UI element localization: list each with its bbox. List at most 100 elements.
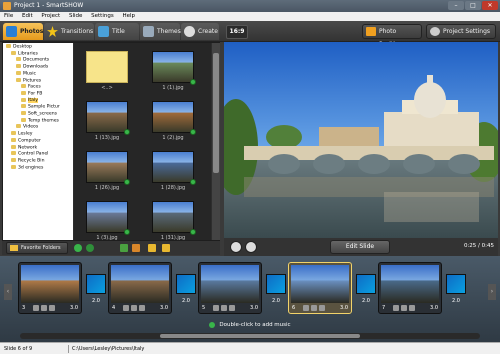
- tree-item[interactable]: Temp themes: [3, 117, 73, 125]
- tab-photos[interactable]: Photos: [3, 23, 43, 40]
- photo-thumbnail[interactable]: [86, 151, 128, 183]
- menu-file[interactable]: File: [4, 13, 13, 19]
- tree-item[interactable]: Computer: [3, 137, 73, 145]
- edit-slide-button[interactable]: Edit Slide: [330, 240, 390, 254]
- close-button[interactable]: ✕: [482, 1, 498, 10]
- timeline-prev-arrow[interactable]: ‹: [4, 284, 12, 300]
- menu-help[interactable]: Help: [122, 13, 135, 19]
- transition[interactable]: 2.0: [446, 274, 466, 312]
- tree-item[interactable]: Recycle Bin: [3, 157, 73, 165]
- add-all-icon[interactable]: [74, 244, 82, 252]
- text-icon[interactable]: [401, 305, 407, 311]
- playback-bar: Edit Slide 0:25 / 0:45: [224, 238, 498, 256]
- music-note-icon[interactable]: [409, 305, 415, 311]
- photo-thumbnail[interactable]: [152, 101, 194, 133]
- star-icon[interactable]: [303, 305, 309, 311]
- tree-item[interactable]: Libraries: [3, 50, 73, 58]
- slide-preview[interactable]: [214, 42, 500, 238]
- tree-item[interactable]: Sample Pictur: [3, 104, 73, 111]
- folder-icon: [11, 157, 16, 162]
- maximize-button[interactable]: □: [465, 1, 481, 10]
- transition[interactable]: 2.0: [266, 274, 286, 312]
- tree-item[interactable]: Pictures: [3, 77, 73, 85]
- thumbnail-scrollbar[interactable]: [212, 43, 220, 240]
- tree-item-label: 3d engines: [18, 165, 44, 171]
- timeline-slide[interactable]: 7 3.0: [378, 262, 442, 314]
- thumbnail-label: 1 (28).jpg: [160, 185, 186, 191]
- music-note-icon[interactable]: [139, 305, 145, 311]
- tab-themes[interactable]: Themes: [140, 23, 181, 40]
- tree-item[interactable]: Soft_screens: [3, 111, 73, 118]
- transition[interactable]: 2.0: [176, 274, 196, 312]
- tree-item[interactable]: Music: [3, 70, 73, 78]
- photo-thumbnail[interactable]: [86, 201, 128, 233]
- photo-position-button[interactable]: Photo Position: [362, 24, 422, 48]
- music-note-icon[interactable]: [319, 305, 325, 311]
- photo-thumbnail[interactable]: [152, 201, 194, 233]
- photos-icon: [6, 26, 17, 37]
- create-icon: [184, 26, 195, 37]
- favorite-folders-button[interactable]: Favorite Folders: [6, 242, 68, 254]
- tree-item[interactable]: For FB: [3, 90, 73, 98]
- timeline-slide[interactable]: 5 3.0: [198, 262, 262, 314]
- tab-create[interactable]: Create: [181, 23, 219, 40]
- text-icon[interactable]: [131, 305, 137, 311]
- photo-thumbnail[interactable]: [86, 51, 128, 83]
- tree-item[interactable]: Videos: [3, 124, 73, 131]
- minimize-button[interactable]: –: [448, 1, 464, 10]
- star-icon[interactable]: [33, 305, 39, 311]
- transition[interactable]: 2.0: [86, 274, 106, 312]
- tree-item[interactable]: Lesley: [3, 131, 73, 138]
- add-selected-icon[interactable]: [86, 244, 94, 252]
- star-icon[interactable]: [213, 305, 219, 311]
- tree-item-label: Soft_screens: [28, 111, 58, 117]
- timeline-scrollbar[interactable]: [20, 333, 480, 339]
- timeline-slide[interactable]: 4 3.0: [108, 262, 172, 314]
- tree-item[interactable]: Network: [3, 144, 73, 152]
- text-icon[interactable]: [221, 305, 227, 311]
- music-note-icon[interactable]: [229, 305, 235, 311]
- star-icon[interactable]: [393, 305, 399, 311]
- photo-thumbnail[interactable]: [152, 151, 194, 183]
- slide-number: 7: [382, 305, 386, 311]
- used-check-icon: [190, 129, 196, 135]
- star-icon: [47, 26, 58, 37]
- folder-up-icon[interactable]: [148, 244, 156, 252]
- tree-item[interactable]: Control Panel: [3, 151, 73, 158]
- menu-settings[interactable]: Settings: [91, 13, 114, 19]
- menu-slide[interactable]: Slide: [69, 13, 82, 19]
- scrollbar-knob[interactable]: [213, 53, 219, 173]
- tree-item[interactable]: Documents: [3, 57, 73, 64]
- star-icon[interactable]: [123, 305, 129, 311]
- text-icon[interactable]: [41, 305, 47, 311]
- music-note-icon[interactable]: [49, 305, 55, 311]
- new-folder-icon[interactable]: [162, 244, 170, 252]
- tree-item[interactable]: Italy: [3, 97, 73, 105]
- music-track[interactable]: Double-click to add music: [16, 320, 484, 330]
- tree-item-label: Lesley: [18, 131, 33, 137]
- tab-title-clips[interactable]: Title Clips: [95, 23, 139, 52]
- aspect-ratio-button[interactable]: 16:9: [226, 25, 248, 39]
- transition[interactable]: 2.0: [356, 274, 376, 312]
- text-icon[interactable]: [311, 305, 317, 311]
- timeline-slide[interactable]: 6 3.0: [288, 262, 352, 314]
- tree-item[interactable]: Faces: [3, 84, 73, 91]
- menu-edit[interactable]: Edit: [22, 13, 33, 19]
- timeline-next-arrow[interactable]: ›: [488, 284, 496, 300]
- tree-item[interactable]: Downloads: [3, 64, 73, 71]
- tab-transitions[interactable]: Transitions: [44, 23, 94, 40]
- play-button[interactable]: [230, 241, 242, 253]
- project-settings-button[interactable]: Project Settings: [426, 24, 496, 39]
- tree-item[interactable]: Desktop: [3, 44, 73, 51]
- photo-thumbnail[interactable]: [86, 101, 128, 133]
- timeline-scrollbar-knob[interactable]: [160, 334, 360, 338]
- timeline-slide[interactable]: 3 3.0: [18, 262, 82, 314]
- photo-thumbnail[interactable]: [152, 51, 194, 83]
- folder-icon: [11, 137, 16, 142]
- home-icon[interactable]: [132, 244, 140, 252]
- tree-item[interactable]: 3d engines: [3, 164, 73, 172]
- music-icon: [209, 321, 216, 328]
- menu-project[interactable]: Project: [41, 13, 60, 19]
- down-arrow-icon[interactable]: [120, 244, 128, 252]
- stop-button[interactable]: [245, 241, 257, 253]
